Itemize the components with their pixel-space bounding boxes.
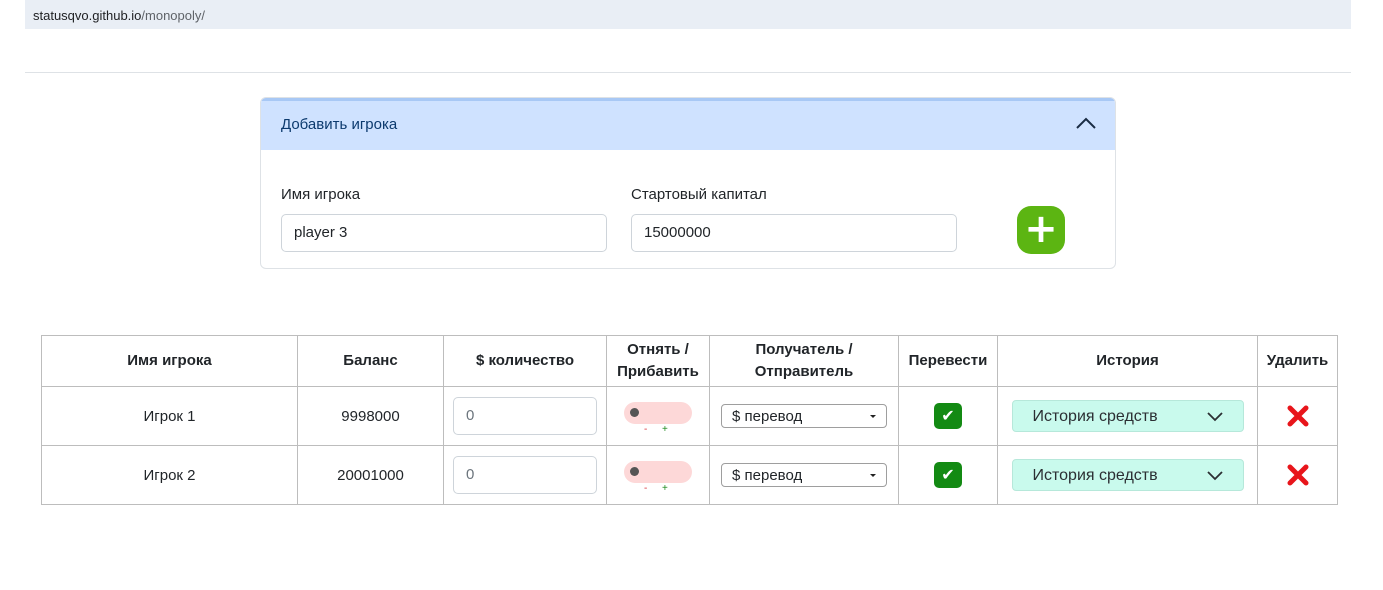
toggle-cell: - +	[606, 445, 710, 505]
delete-x-icon[interactable]	[1286, 404, 1310, 428]
transfer-cell: ✔	[898, 386, 998, 446]
header-name: Имя игрока	[41, 335, 298, 387]
divider	[25, 72, 1351, 73]
table-row: Игрок 1 9998000 0 - + $ перевод ✔ Истори…	[41, 386, 1338, 446]
history-cell: История средств	[997, 386, 1258, 446]
select-value: $ перевод	[732, 467, 803, 484]
player-name-cell: Игрок 1	[41, 386, 298, 446]
check-icon[interactable]: ✔	[934, 462, 962, 488]
delete-cell	[1257, 386, 1338, 446]
start-capital-label: Стартовый капитал	[631, 186, 767, 203]
caret-down-icon	[870, 474, 876, 477]
balance-cell: 9998000	[297, 386, 444, 446]
header-amount: $ количество	[443, 335, 607, 387]
header-toggle: Отнять / Прибавить	[606, 335, 710, 387]
recipient-select[interactable]: $ перевод	[721, 463, 887, 487]
header-transfer: Перевести	[898, 335, 998, 387]
recipient-select[interactable]: $ перевод	[721, 404, 887, 428]
accordion-header[interactable]: Добавить игрока	[261, 98, 1115, 150]
delete-x-icon[interactable]	[1286, 463, 1310, 487]
subtract-add-toggle[interactable]: - +	[622, 455, 694, 495]
url-host: statusqvo.github.io	[33, 8, 142, 23]
toggle-cell: - +	[606, 386, 710, 446]
amount-cell: 0	[443, 386, 607, 446]
chevron-up-icon	[1076, 117, 1096, 129]
amount-cell: 0	[443, 445, 607, 505]
history-label: История средств	[1032, 467, 1158, 484]
table-row: Игрок 2 20001000 0 - + $ перевод ✔ Истор…	[41, 445, 1338, 505]
amount-input[interactable]: 0	[453, 397, 597, 435]
player-name-input[interactable]: player 3	[281, 214, 607, 252]
player-name-cell: Игрок 2	[41, 445, 298, 505]
history-cell: История средств	[997, 445, 1258, 505]
select-value: $ перевод	[732, 408, 803, 425]
player-name-label: Имя игрока	[281, 186, 361, 203]
header-recipient-line2: Отправитель	[754, 363, 854, 380]
start-capital-input[interactable]: 15000000	[631, 214, 957, 252]
subtract-add-toggle[interactable]: - +	[622, 396, 694, 436]
header-toggle-line2: Прибавить	[617, 363, 699, 380]
table-header-row: Имя игрока Баланс $ количество Отнять / П…	[41, 335, 1338, 387]
delete-cell	[1257, 445, 1338, 505]
header-delete: Удалить	[1257, 335, 1338, 387]
url-path: /monopoly/	[141, 8, 205, 23]
plus-label: +	[662, 424, 668, 435]
recipient-cell: $ перевод	[709, 386, 899, 446]
header-recipient-line1: Получатель /	[755, 341, 853, 358]
caret-down-icon	[870, 415, 876, 418]
amount-input[interactable]: 0	[453, 456, 597, 494]
toggle-knob	[630, 408, 639, 417]
header-toggle-line1: Отнять /	[627, 341, 689, 358]
add-player-accordion: Добавить игрока Имя игрока player 3 Стар…	[260, 97, 1116, 269]
recipient-cell: $ перевод	[709, 445, 899, 505]
accordion-title: Добавить игрока	[281, 116, 398, 133]
header-recipient: Получатель / Отправитель	[709, 335, 899, 387]
minus-label: -	[644, 424, 648, 435]
minus-label: -	[644, 483, 648, 494]
players-table: Имя игрока Баланс $ количество Отнять / П…	[41, 335, 1338, 505]
accordion-body: Имя игрока player 3 Стартовый капитал 15…	[261, 150, 1115, 268]
add-player-button[interactable]: +	[1017, 206, 1065, 254]
chevron-down-icon	[1206, 471, 1223, 481]
check-icon[interactable]: ✔	[934, 403, 962, 429]
chevron-down-icon	[1206, 412, 1223, 422]
plus-label: +	[662, 483, 668, 494]
toggle-knob	[630, 467, 639, 476]
balance-cell: 20001000	[297, 445, 444, 505]
history-label: История средств	[1032, 408, 1158, 425]
header-balance: Баланс	[297, 335, 444, 387]
address-bar[interactable]: statusqvo.github.io/monopoly/	[25, 0, 1351, 29]
header-history: История	[997, 335, 1258, 387]
history-dropdown[interactable]: История средств	[1011, 400, 1244, 432]
transfer-cell: ✔	[898, 445, 998, 505]
history-dropdown[interactable]: История средств	[1011, 459, 1244, 491]
